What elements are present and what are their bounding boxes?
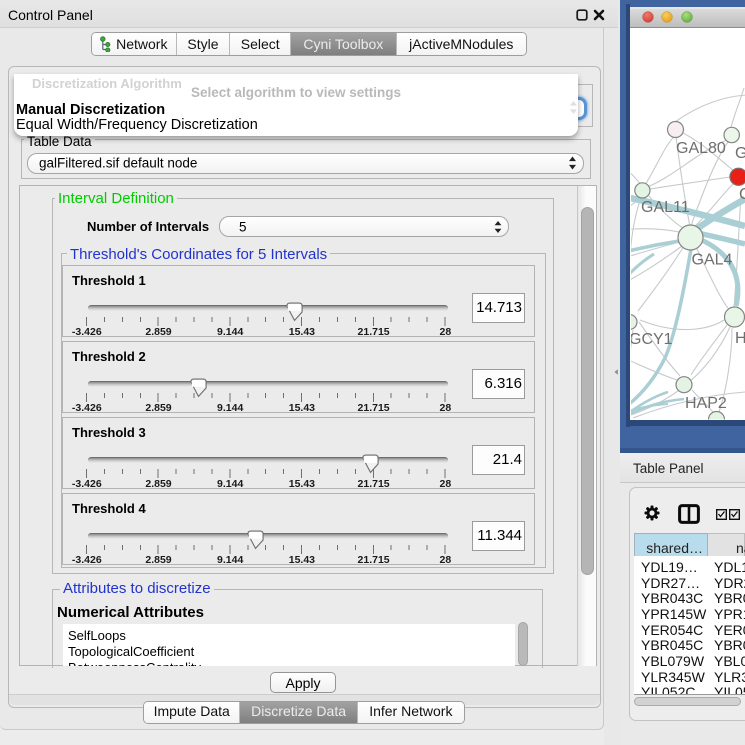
svg-text:GAL11: GAL11 [641, 199, 690, 216]
svg-text:CD: CD [739, 186, 745, 203]
svg-text:GCY1: GCY1 [629, 331, 673, 348]
svg-text:GA: GA [735, 145, 745, 162]
svg-text:GAL4: GAL4 [692, 252, 733, 269]
svg-text:HI: HI [735, 330, 745, 347]
svg-text:GAL80: GAL80 [676, 140, 726, 157]
svg-text:HAP2: HAP2 [685, 395, 727, 412]
